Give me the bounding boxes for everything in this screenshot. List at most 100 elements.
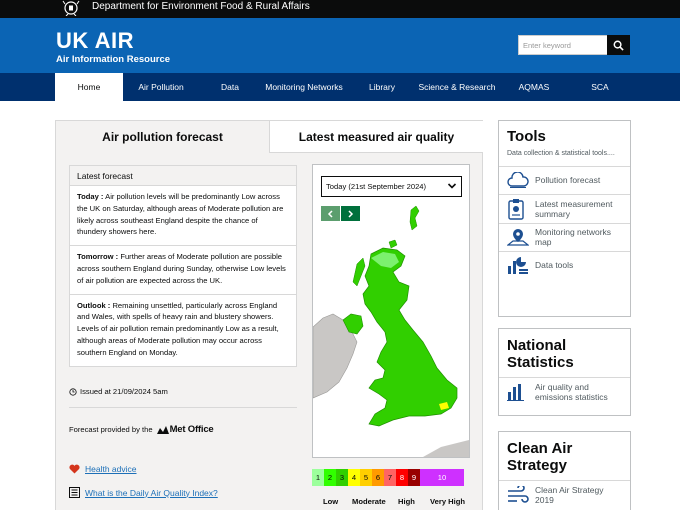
tool-latest-measurement-label: Latest measurement summary: [535, 198, 613, 219]
band-9: 9: [408, 469, 420, 486]
clean-air-strategy-2019-link[interactable]: Clean Air Strategy 2019: [499, 480, 630, 508]
clean-air-strategy-card: Clean Air Strategy Clean Air Strategy 20…: [498, 431, 631, 510]
air-quality-statistics-link[interactable]: Air quality and emissions statistics: [499, 377, 630, 405]
clipboard-icon: [508, 198, 524, 220]
daqi-link[interactable]: What is the Daily Air Quality Index?: [69, 487, 218, 498]
band-6: 6: [372, 469, 384, 486]
nav-sca[interactable]: SCA: [586, 73, 614, 101]
tab-latest-measured[interactable]: Latest measured air quality: [269, 121, 483, 153]
search-input[interactable]: [518, 35, 608, 55]
map-pin-icon: [507, 229, 529, 246]
great-britain-shape: [362, 247, 458, 427]
forecast-map: Today (21st September 2024): [312, 164, 470, 458]
clean-air-strategy-title: Clean Air Strategy: [507, 440, 573, 474]
nav-library[interactable]: Library: [362, 73, 402, 101]
divider: [69, 407, 297, 408]
tools-title: Tools: [507, 128, 546, 145]
chevron-down-icon: [447, 183, 457, 189]
department-name[interactable]: Department for Environment Food & Rural …: [92, 1, 310, 12]
met-office-icon: [156, 426, 169, 434]
shetland-shape: [409, 205, 420, 231]
chevron-left-icon: [327, 209, 333, 218]
clock-icon: [69, 387, 77, 396]
nav-science-research[interactable]: Science & Research: [411, 73, 503, 101]
tool-pollution-forecast[interactable]: Pollution forecast: [499, 165, 630, 194]
tool-pollution-forecast-label: Pollution forecast: [535, 175, 601, 185]
national-statistics-title: National Statistics: [507, 337, 574, 371]
bar-chart-icon: [507, 383, 524, 401]
chevron-right-icon: [348, 209, 354, 218]
met-office-label: Met Office: [169, 424, 214, 435]
orkney-shape: [388, 239, 398, 249]
wind-icon: [508, 485, 529, 503]
band-10: 10: [420, 469, 464, 486]
tool-data-tools[interactable]: Data tools: [499, 250, 630, 279]
band-7: 7: [384, 469, 396, 486]
band-4: 4: [348, 469, 360, 486]
government-banner: Department for Environment Food & Rural …: [0, 0, 680, 18]
forecast-outlook-label: Outlook :: [77, 300, 111, 310]
search-button[interactable]: [607, 35, 630, 55]
level-moderate: Moderate: [352, 497, 386, 506]
royal-crest-icon: [62, 0, 80, 16]
cloud-icon: [507, 172, 529, 188]
met-office-logo[interactable]: Met Office: [156, 424, 214, 435]
nav-aqmas[interactable]: AQMAS: [513, 73, 555, 101]
issued-text: Issued at 21/09/2024 5am: [80, 387, 168, 396]
forecast-panel: Air pollution forecast Latest measured a…: [55, 120, 483, 510]
latest-forecast-heading: Latest forecast: [70, 166, 296, 186]
tool-data-tools-label: Data tools: [535, 260, 574, 270]
day-select[interactable]: Today (21st September 2024): [321, 176, 462, 197]
level-very-high: Very High: [430, 497, 466, 506]
daqi-text[interactable]: What is the Daily Air Quality Index?: [85, 488, 218, 498]
uk-map: [313, 205, 469, 457]
tool-monitoring-map-label: Monitoring networks map: [535, 227, 612, 247]
provided-by-text: Forecast provided by the: [69, 425, 153, 434]
nav-data[interactable]: Data: [212, 73, 248, 101]
forecast-today-text: Air pollution levels will be predominant…: [77, 192, 284, 237]
tool-latest-measurement[interactable]: Latest measurement summary: [499, 193, 630, 223]
france-shape: [423, 440, 469, 457]
band-8: 8: [396, 469, 408, 486]
nav-home[interactable]: Home: [55, 73, 123, 101]
level-high: High: [398, 497, 415, 506]
forecast-tomorrow: Tomorrow : Further areas of Moderate pol…: [70, 246, 296, 295]
forecast-today-label: Today :: [77, 192, 104, 201]
chart-tools-icon: [508, 257, 528, 274]
hebrides-shape: [352, 257, 366, 287]
band-1: 1: [312, 469, 324, 486]
daqi-scale: 1 2 3 4 5 6 7 8 9 10: [312, 469, 464, 486]
forecast-tomorrow-label: Tomorrow :: [77, 252, 119, 262]
nav-air-pollution[interactable]: Air Pollution: [127, 73, 195, 101]
tab-air-pollution-forecast[interactable]: Air pollution forecast: [56, 121, 269, 153]
level-low: Low: [323, 497, 339, 506]
tools-card: Tools Data collection & statistical tool…: [498, 120, 631, 317]
site-header: UK AIR Air Information Resource: [0, 18, 680, 73]
health-advice-link[interactable]: Health advice: [69, 464, 137, 474]
latest-forecast-box: Latest forecast Today : Air pollution le…: [69, 165, 297, 367]
search-icon: [613, 40, 624, 51]
site-title[interactable]: UK AIR: [56, 28, 134, 54]
map-day-nav: [321, 206, 360, 221]
site-subtitle: Air Information Resource: [56, 54, 171, 65]
heart-icon: [69, 464, 80, 474]
issued-time: Issued at 21/09/2024 5am: [69, 387, 168, 396]
document-list-icon: [69, 487, 80, 498]
forecast-provider: Forecast provided by the Met Office: [69, 424, 214, 435]
tools-subtitle: Data collection & statistical tools....: [507, 150, 615, 157]
forecast-outlook: Outlook : Remaining unsettled, particula…: [70, 295, 296, 366]
forecast-today: Today : Air pollution levels will be pre…: [70, 186, 296, 247]
next-day-button[interactable]: [341, 206, 360, 221]
air-quality-statistics-label: Air quality and emissions statistics: [535, 381, 608, 402]
health-advice-text[interactable]: Health advice: [85, 464, 137, 474]
band-2: 2: [324, 469, 336, 486]
band-5: 5: [360, 469, 372, 486]
band-3: 3: [336, 469, 348, 486]
day-select-value: Today (21st September 2024): [326, 182, 427, 191]
national-statistics-card: National Statistics Air quality and emis…: [498, 328, 631, 416]
previous-day-button[interactable]: [321, 206, 340, 221]
clean-air-strategy-2019-label: Clean Air Strategy 2019: [535, 484, 604, 505]
tool-monitoring-map[interactable]: Monitoring networks map: [499, 222, 630, 251]
nav-monitoring-networks[interactable]: Monitoring Networks: [257, 73, 351, 101]
main-nav: Home Air Pollution Data Monitoring Netwo…: [0, 73, 680, 101]
